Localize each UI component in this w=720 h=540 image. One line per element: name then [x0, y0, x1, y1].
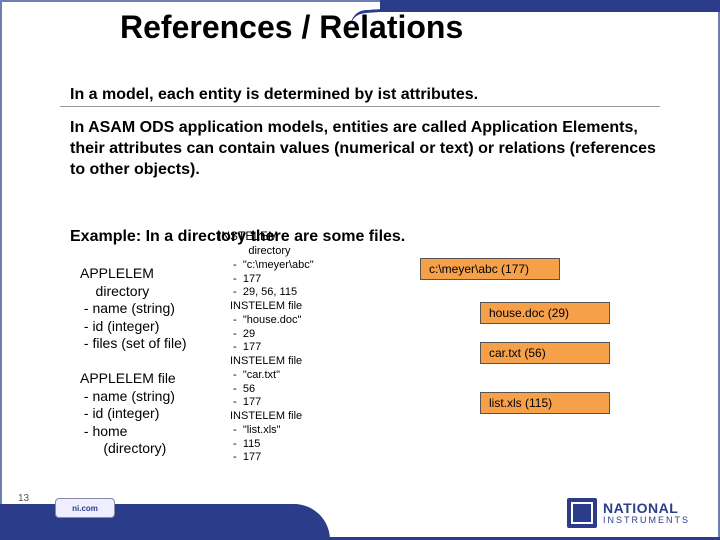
file-box-1: house.doc (29): [480, 302, 610, 324]
ni-com-badge: ni.com: [55, 498, 115, 518]
instelem-label: INSTELEM: [218, 229, 278, 243]
ni-logo-icon: [567, 498, 597, 528]
ni-brand: NATIONAL: [603, 501, 690, 515]
ni-logo-block: NATIONAL INSTRUMENTS: [567, 498, 690, 528]
paragraph: In ASAM ODS application models, entities…: [70, 118, 660, 180]
ni-com-text: ni.com: [72, 504, 98, 513]
applelem-column: APPLELEM directory - name (string) - id …: [80, 265, 187, 458]
footer-accent: [0, 504, 330, 540]
file-box-2: car.txt (56): [480, 342, 610, 364]
directory-box: c:\meyer\abc (177): [420, 258, 560, 280]
file-box-3: list.xls (115): [480, 392, 610, 414]
intro-line: In a model, each entity is determined by…: [70, 86, 478, 104]
instelem-column: directory - "c:\meyer\abc" - 177 - 29, 5…: [230, 245, 314, 465]
page-number: 13: [18, 493, 29, 504]
slide-title: References / Relations: [120, 10, 463, 45]
ni-sub: INSTRUMENTS: [603, 515, 690, 525]
divider-line: [60, 106, 660, 107]
